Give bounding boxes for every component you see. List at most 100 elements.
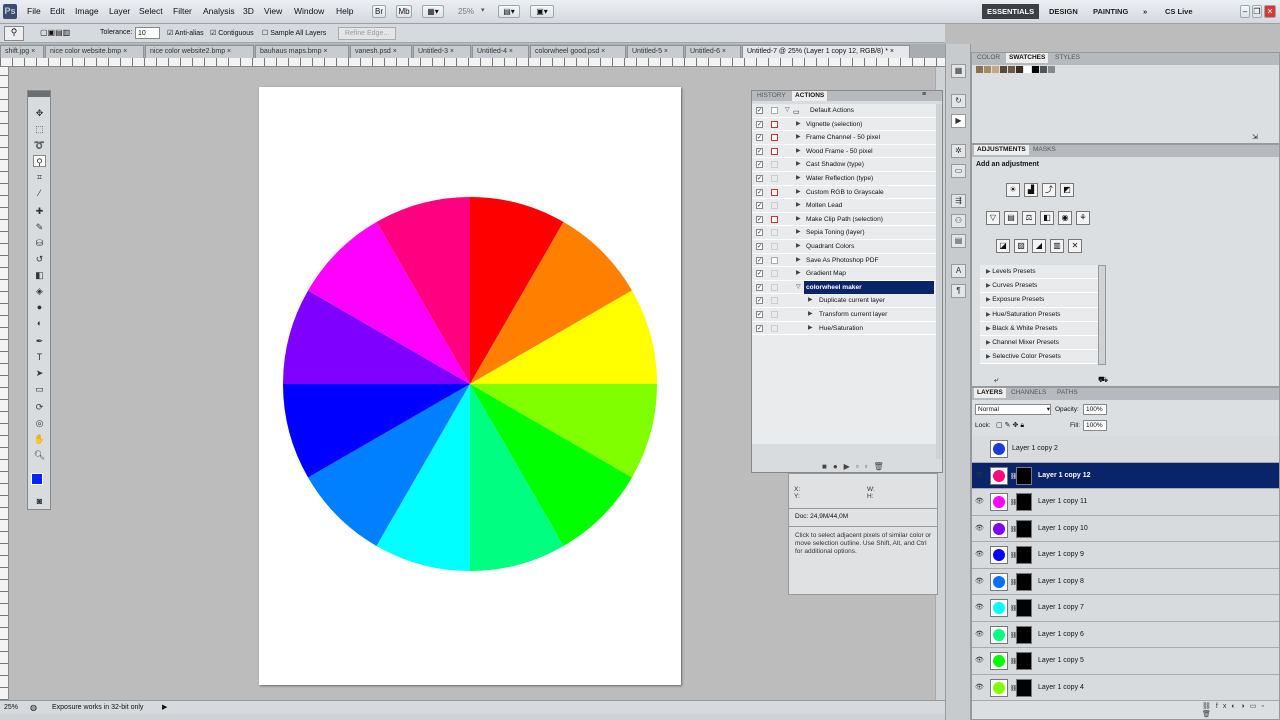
visibility-eye-icon[interactable]: 👁︎ [975,498,985,506]
3d-orbit-icon[interactable]: ◎ [33,417,46,429]
action-row[interactable]: ✓ ▶ Sepia Toning (layer) [752,226,936,240]
document-tab[interactable]: colorwheel good.psd × [530,45,626,58]
black-white-icon[interactable]: ◧ [1040,211,1054,225]
layer-name[interactable]: Layer 1 copy 7 [1038,595,1084,621]
menu-view[interactable]: View [264,6,282,16]
layer-row[interactable]: 👁︎ ⛓ Layer 1 copy 8 [972,568,1279,595]
blend-mode-select[interactable]: Normal ▾ [975,404,1051,415]
action-toggle-checkbox[interactable]: ✓ [756,188,763,196]
close-tab-icon[interactable]: × [225,48,231,55]
document-tab[interactable]: bauhaus maps.bmp × [255,45,349,58]
triangle-right-icon[interactable]: ▶ [796,267,801,280]
document-tab[interactable]: shift.jpg × [0,45,44,58]
visibility-eye-icon[interactable]: 👁︎ [975,684,985,692]
chevron-down-icon[interactable]: ▾ [481,6,485,14]
layer-name[interactable]: Layer 1 copy 6 [1038,622,1084,648]
document-tab[interactable]: nice color website.bmp × [45,45,144,58]
dialog-toggle[interactable] [771,297,778,305]
layer-mask-thumbnail[interactable] [1016,466,1032,485]
close-tab-icon[interactable]: × [507,48,513,55]
layer-row[interactable]: 👁︎ ⛓ Layer 1 copy 4 [972,674,1279,701]
layer-mask-thumbnail[interactable] [1016,546,1032,564]
layer-thumbnail[interactable] [990,493,1008,511]
visibility-eye-icon[interactable]: 👁︎ [975,551,985,559]
dialog-toggle[interactable] [771,120,778,128]
resize-grip-icon[interactable]: ⇲ [1252,133,1258,141]
clone-stamp-icon[interactable]: ⛁ [33,237,46,249]
quick-mask-icon[interactable]: ◙ [33,495,46,507]
action-toggle-checkbox[interactable]: ✓ [756,175,763,182]
preset-item[interactable]: ▶ Channel Mixer Presets [980,336,1098,351]
menu-filter[interactable]: Filter [173,6,192,16]
action-toggle-checkbox[interactable]: ✓ [756,243,763,250]
tab-masks[interactable]: MASKS [1030,145,1059,155]
triangle-right-icon[interactable]: ▶ [808,308,813,321]
3d-rotate-icon[interactable]: ⟳ [33,401,46,413]
document-tab[interactable]: Untitled-4 × [472,45,529,58]
action-toggle-checkbox[interactable]: ✓ [756,311,763,318]
invert-icon[interactable]: ◪ [996,239,1010,253]
triangle-right-icon[interactable]: ▶ [796,145,801,158]
triangle-right-icon[interactable]: ▶ [796,254,801,267]
triangle-right-icon[interactable]: ▶ [796,226,801,239]
triangle-right-icon[interactable]: ▶ [796,240,801,253]
layer-name[interactable]: Layer 1 copy 5 [1038,648,1084,674]
paint-bucket-icon[interactable]: ◈ [33,285,46,297]
color-swatch[interactable] [992,66,999,73]
minibridge-icon[interactable]: Mb [396,5,412,18]
dialog-toggle[interactable] [771,229,778,237]
action-toggle-checkbox[interactable]: ✓ [756,215,763,223]
action-toggle-checkbox[interactable]: ✓ [756,270,763,278]
layer-row[interactable]: Layer 1 copy 2 [972,436,1279,463]
crop-tool-icon[interactable]: ⌗ [33,171,46,183]
layers-footer-buttons[interactable]: ⛓fx◐◑▭▫🗑︎ [1202,702,1279,718]
close-icon[interactable]: ✕ [1264,5,1276,18]
restore-icon[interactable]: ❐ [1252,5,1262,18]
triangle-right-icon[interactable]: ▶ [796,199,801,212]
clip-icon[interactable]: ⛟ [1098,375,1108,385]
action-toggle-checkbox[interactable]: ✓ [756,161,763,169]
zoom-tool-icon[interactable]: 🔍︎ [33,449,46,461]
close-tab-icon[interactable]: × [321,48,327,55]
threshold-icon[interactable]: ◢ [1032,239,1046,253]
color-swatch[interactable] [984,66,991,73]
action-row[interactable]: ✓ ▶ Frame Channel - 50 pixel [752,131,936,145]
document-tab[interactable]: Untitled-3 × [413,45,471,58]
character-panel-icon[interactable]: A [951,264,966,278]
color-swatch[interactable] [976,66,983,73]
action-row[interactable]: ✓ ▶ Gradient Map [752,267,936,281]
document-canvas[interactable] [259,87,681,685]
document-tab[interactable]: Untitled-7 @ 25% (Layer 1 copy 12, RGB/8… [742,45,910,58]
sample-all-checkbox[interactable]: ☐ Sample All Layers [262,29,326,37]
preset-item[interactable]: ▶ Curves Presets [980,279,1098,294]
action-row[interactable]: ✓ ▶ Molten Lead [752,199,936,213]
marquee-tool-icon[interactable]: ⬚ [33,123,46,135]
hue-saturation-icon[interactable]: ▤ [1004,211,1018,225]
magic-wand-tool-icon[interactable]: ⚲ [33,155,46,167]
triangle-right-icon[interactable]: ▶ [796,186,801,199]
visibility-eye-icon[interactable]: 👁︎ [975,472,985,480]
refine-edge-button[interactable]: Refine Edge... [338,27,396,40]
visibility-eye-icon[interactable]: 👁︎ [975,604,985,612]
layer-thumbnail[interactable] [990,599,1008,617]
workspace-painting[interactable]: PAINTING [1088,4,1133,19]
vibrance-icon[interactable]: ▽ [986,211,1000,225]
tolerance-input[interactable]: 10 [135,27,160,39]
layer-thumbnail[interactable] [990,546,1008,564]
layer-thumbnail[interactable] [990,625,1008,644]
action-row[interactable]: ✓ ▶ Vignette (selection) [752,118,936,132]
close-tab-icon[interactable]: × [448,48,454,55]
layer-mask-thumbnail[interactable] [1016,493,1032,511]
brush-tool-icon[interactable]: ✎ [33,221,46,233]
layer-mask-thumbnail[interactable] [1016,519,1032,538]
layer-row[interactable]: 👁︎ ⛓ Layer 1 copy 11 [972,489,1279,516]
close-tab-icon[interactable]: × [888,48,894,55]
triangle-down-icon[interactable]: ▽ [785,104,790,117]
toolbox-header[interactable] [28,91,50,97]
minimize-icon[interactable]: – [1240,5,1250,18]
lasso-tool-icon[interactable]: ➰ [33,139,46,151]
action-toggle-checkbox[interactable]: ✓ [756,324,763,332]
close-tab-icon[interactable]: × [391,48,397,55]
brush-presets-icon[interactable]: ⇶ [951,194,966,208]
layer-name[interactable]: Layer 1 copy 8 [1038,569,1084,595]
